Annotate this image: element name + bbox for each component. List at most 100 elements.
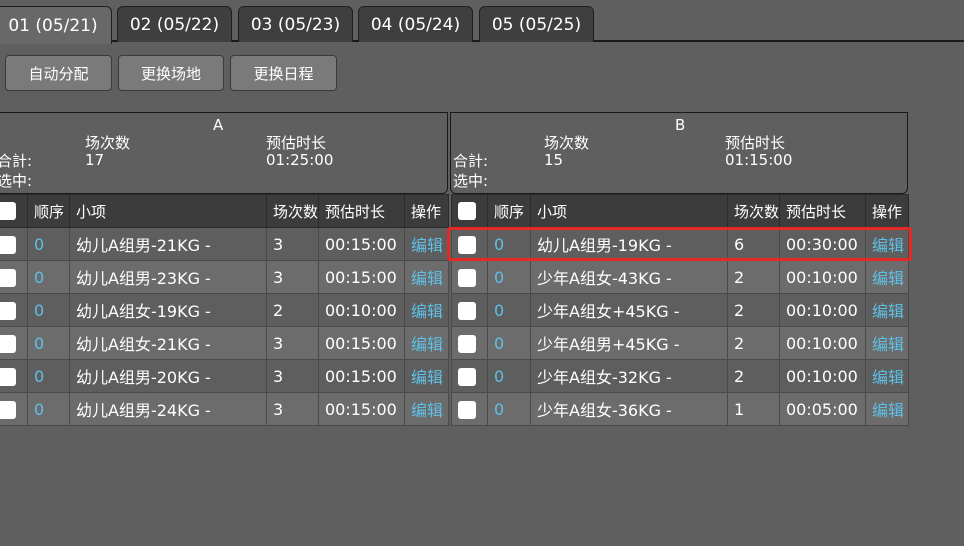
edit-link[interactable]: 编辑 — [865, 392, 909, 426]
row-duration: 00:10:00 — [779, 293, 866, 327]
row-select-cell — [0, 227, 28, 261]
select-all-checkbox[interactable] — [0, 202, 16, 221]
edit-link[interactable]: 编辑 — [404, 227, 449, 261]
tab-day-05[interactable]: 05 (05/25) — [479, 6, 594, 42]
venue-a-duration-header: 预估时长 — [266, 134, 327, 152]
column-header-item: 小项 — [530, 194, 728, 228]
change-schedule-button[interactable]: 更换日程 — [230, 55, 337, 91]
venue-b-total-label: 合計: — [453, 152, 489, 170]
tab-day-02[interactable]: 02 (05/22) — [117, 6, 232, 42]
row-item: 少年A组女-43KG - — [530, 260, 728, 294]
row-sessions: 2 — [727, 359, 780, 393]
row-select-cell — [0, 392, 28, 426]
column-header-action: 操作 — [865, 194, 909, 228]
edit-link[interactable]: 编辑 — [865, 227, 909, 261]
row-order: 0 — [27, 359, 70, 393]
row-sessions: 6 — [727, 227, 780, 261]
row-order: 0 — [27, 392, 70, 426]
row-checkbox[interactable] — [0, 400, 16, 419]
row-checkbox[interactable] — [0, 334, 16, 353]
row-duration: 00:10:00 — [779, 260, 866, 294]
tab-day-04[interactable]: 04 (05/24) — [358, 6, 473, 42]
row-item: 幼儿A组男-20KG - — [69, 359, 267, 393]
tab-day-01[interactable]: 01 (05/21) — [0, 6, 112, 44]
edit-link[interactable]: 编辑 — [404, 260, 449, 294]
row-item: 幼儿A组男-23KG - — [69, 260, 267, 294]
edit-link[interactable]: 编辑 — [865, 359, 909, 393]
edit-link[interactable]: 编辑 — [865, 326, 909, 360]
row-item: 幼儿A组女-19KG - — [69, 293, 267, 327]
row-duration: 00:10:00 — [318, 293, 405, 327]
auto-assign-button[interactable]: 自动分配 — [5, 55, 112, 91]
row-checkbox[interactable] — [0, 301, 16, 320]
table-row: 0 少年A组男+45KG - 2 00:10:00 编辑 — [451, 326, 909, 360]
change-venue-button[interactable]: 更换场地 — [118, 55, 224, 91]
row-duration: 00:30:00 — [779, 227, 866, 261]
row-select-cell — [0, 293, 28, 327]
table-row: 0 幼儿A组男-23KG - 3 00:15:00 编辑 — [0, 260, 449, 294]
row-order: 0 — [487, 392, 531, 426]
venue-b-duration-header: 预估时长 — [725, 134, 786, 152]
row-checkbox[interactable] — [458, 367, 476, 386]
table-header-row: 顺序 小项 场次数 预估时长 操作 — [451, 194, 909, 228]
row-order: 0 — [487, 260, 531, 294]
venue-b-total-sessions: 15 — [544, 151, 564, 169]
row-order: 0 — [27, 293, 70, 327]
row-select-cell — [451, 326, 488, 360]
row-duration: 00:15:00 — [318, 359, 405, 393]
edit-link[interactable]: 编辑 — [865, 260, 909, 294]
column-header-action: 操作 — [404, 194, 449, 228]
row-duration: 00:15:00 — [318, 326, 405, 360]
row-select-cell — [451, 227, 488, 261]
row-item: 幼儿A组女-21KG - — [69, 326, 267, 360]
row-item: 幼儿A组男-19KG - — [530, 227, 728, 261]
edit-link[interactable]: 编辑 — [404, 392, 449, 426]
edit-link[interactable]: 编辑 — [404, 359, 449, 393]
table-header-row: 顺序 小项 场次数 预估时长 操作 — [0, 194, 449, 228]
row-order: 0 — [487, 326, 531, 360]
select-all-cell — [0, 194, 28, 228]
column-header-item: 小项 — [69, 194, 267, 228]
row-item: 幼儿A组男-21KG - — [69, 227, 267, 261]
row-checkbox[interactable] — [0, 367, 16, 386]
row-item: 幼儿A组男-24KG - — [69, 392, 267, 426]
row-sessions: 3 — [266, 326, 319, 360]
row-order: 0 — [27, 260, 70, 294]
venue-b-selected-label: 选中: — [453, 172, 489, 190]
row-checkbox[interactable] — [0, 268, 16, 287]
row-checkbox[interactable] — [458, 301, 476, 320]
row-checkbox[interactable] — [458, 235, 476, 254]
edit-link[interactable]: 编辑 — [404, 326, 449, 360]
table-row: 0 幼儿A组男-20KG - 3 00:15:00 编辑 — [0, 359, 449, 393]
venue-a-total-duration: 01:25:00 — [266, 151, 334, 169]
table-row: 0 幼儿A组女-19KG - 2 00:10:00 编辑 — [0, 293, 449, 327]
row-select-cell — [0, 260, 28, 294]
edit-link[interactable]: 编辑 — [865, 293, 909, 327]
venue-a-sessions-header: 场次数 — [85, 134, 131, 152]
table-row: 0 幼儿A组男-19KG - 6 00:30:00 编辑 — [451, 227, 909, 261]
table-row: 0 幼儿A组女-21KG - 3 00:15:00 编辑 — [0, 326, 449, 360]
row-sessions: 3 — [266, 392, 319, 426]
venue-b-summary: B 场次数 预估时长 合計: 15 01:15:00 选中: — [450, 112, 908, 194]
date-tab-bar: 01 (05/21) 02 (05/22) 03 (05/23) 04 (05/… — [0, 0, 964, 44]
row-checkbox[interactable] — [0, 235, 16, 254]
row-order: 0 — [27, 227, 70, 261]
table-row: 0 少年A组女-32KG - 2 00:10:00 编辑 — [451, 359, 909, 393]
venue-b-table: 顺序 小项 场次数 预估时长 操作 0 幼儿A组男-19KG - 6 00:30… — [451, 194, 909, 426]
edit-link[interactable]: 编辑 — [404, 293, 449, 327]
row-checkbox[interactable] — [458, 400, 476, 419]
row-sessions: 2 — [727, 260, 780, 294]
row-sessions: 3 — [266, 227, 319, 261]
select-all-checkbox[interactable] — [458, 202, 476, 221]
row-order: 0 — [487, 359, 531, 393]
venue-a-selected-label: 选中: — [0, 172, 33, 190]
tab-day-03[interactable]: 03 (05/23) — [238, 6, 353, 42]
row-sessions: 2 — [727, 326, 780, 360]
row-checkbox[interactable] — [458, 334, 476, 353]
table-row: 0 幼儿A组男-21KG - 3 00:15:00 编辑 — [0, 227, 449, 261]
row-select-cell — [451, 359, 488, 393]
row-checkbox[interactable] — [458, 268, 476, 287]
row-select-cell — [0, 359, 28, 393]
column-header-sessions: 场次数 — [727, 194, 780, 228]
row-duration: 00:15:00 — [318, 392, 405, 426]
